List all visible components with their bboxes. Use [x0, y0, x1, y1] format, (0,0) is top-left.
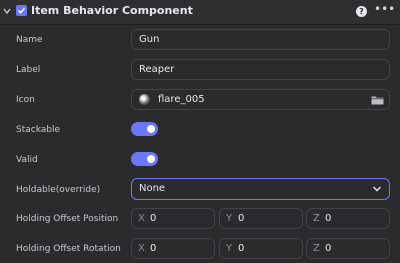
axis-y-label: Y	[226, 213, 233, 224]
icon-label: Icon	[16, 95, 35, 105]
toggle-knob	[147, 155, 155, 163]
holding-offset-rotation-label: Holding Offset Rotation	[16, 244, 121, 254]
rotation-y-input[interactable]: Y 0	[219, 238, 303, 259]
holdable-value: None	[139, 183, 166, 194]
name-value: Gun	[139, 34, 160, 45]
label-label: Label	[16, 65, 41, 75]
rotation-z-value: 0	[325, 243, 332, 254]
name-field[interactable]: Gun	[131, 29, 390, 50]
axis-y-label: Y	[226, 243, 233, 254]
help-icon[interactable]: ?	[356, 6, 367, 17]
position-x-input[interactable]: X 0	[131, 208, 215, 229]
icon-value: flare_005	[158, 94, 205, 105]
stackable-toggle[interactable]	[131, 122, 158, 136]
component-title: Item Behavior Component	[31, 4, 193, 17]
position-y-value: 0	[238, 213, 245, 224]
position-z-value: 0	[325, 213, 332, 224]
icon-field[interactable]: flare_005	[131, 89, 390, 110]
position-y-input[interactable]: Y 0	[219, 208, 303, 229]
chevron-down-icon[interactable]	[3, 5, 11, 17]
folder-icon[interactable]	[371, 95, 384, 105]
position-z-input[interactable]: Z 0	[306, 208, 390, 229]
axis-x-label: X	[138, 213, 145, 224]
holdable-select[interactable]: None	[131, 178, 390, 200]
rotation-y-value: 0	[238, 243, 245, 254]
position-x-value: 0	[150, 213, 157, 224]
axis-z-label: Z	[313, 243, 320, 254]
holdable-label: Holdable(override)	[16, 185, 101, 195]
valid-toggle[interactable]	[131, 152, 158, 166]
component-enabled-checkbox[interactable]	[16, 5, 27, 16]
rotation-x-value: 0	[150, 243, 157, 254]
label-value: Reaper	[139, 64, 175, 75]
name-label: Name	[16, 35, 43, 45]
more-options-icon[interactable]: •••	[374, 2, 395, 16]
stackable-label: Stackable	[16, 125, 61, 135]
header-divider	[0, 24, 400, 25]
flare-thumbnail-icon	[139, 94, 150, 105]
rotation-x-input[interactable]: X 0	[131, 238, 215, 259]
valid-label: Valid	[16, 155, 38, 165]
rotation-z-input[interactable]: Z 0	[306, 238, 390, 259]
holding-offset-position-label: Holding Offset Position	[16, 214, 119, 224]
component-header: Item Behavior Component ? •••	[0, 0, 400, 24]
toggle-knob	[147, 125, 155, 133]
label-field[interactable]: Reaper	[131, 59, 390, 80]
check-icon	[17, 7, 26, 14]
axis-x-label: X	[138, 243, 145, 254]
chevron-down-icon	[373, 186, 381, 192]
axis-z-label: Z	[313, 213, 320, 224]
